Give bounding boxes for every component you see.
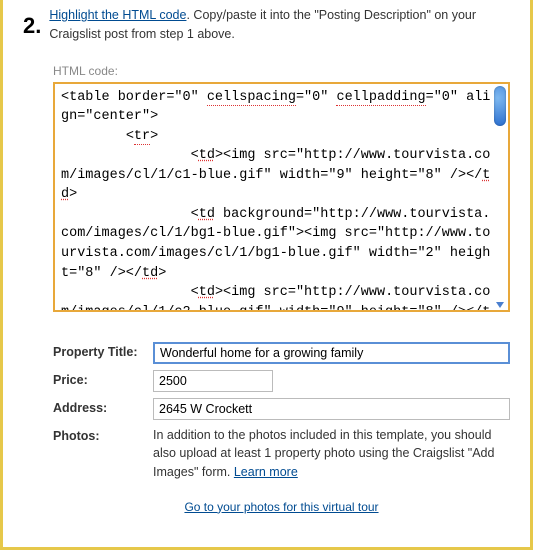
row-address: Address: <box>53 398 510 420</box>
label-price: Price: <box>53 370 153 387</box>
row-property-title: Property Title: <box>53 342 510 364</box>
learn-more-link[interactable]: Learn more <box>234 465 298 479</box>
photos-description: In addition to the photos included in th… <box>153 426 510 482</box>
label-address: Address: <box>53 398 153 415</box>
html-code-label: HTML code: <box>53 64 510 78</box>
step-header: 2. Highlight the HTML code. Copy/paste i… <box>23 6 510 44</box>
html-code-content[interactable]: <table border="0" cellspacing="0" cellpa… <box>61 88 492 312</box>
go-to-photos-link[interactable]: Go to your photos for this virtual tour <box>184 500 378 514</box>
row-price: Price: <box>53 370 510 392</box>
scroll-down-arrow-icon[interactable] <box>496 302 504 308</box>
input-address[interactable] <box>153 398 510 420</box>
highlight-code-link[interactable]: Highlight the HTML code <box>49 8 186 22</box>
step-number: 2. <box>23 14 41 38</box>
scrollbar[interactable] <box>494 86 506 308</box>
form-section: Property Title: Price: Address: Photos: … <box>53 342 510 514</box>
label-photos: Photos: <box>53 426 153 443</box>
photos-text: In addition to the photos included in th… <box>153 428 494 480</box>
bottom-link-row: Go to your photos for this virtual tour <box>53 500 510 514</box>
scroll-thumb[interactable] <box>494 86 506 126</box>
row-photos: Photos: In addition to the photos includ… <box>53 426 510 482</box>
label-property-title: Property Title: <box>53 342 153 359</box>
html-code-box[interactable]: <table border="0" cellspacing="0" cellpa… <box>53 82 510 312</box>
html-code-section: HTML code: <table border="0" cellspacing… <box>53 64 510 312</box>
input-property-title[interactable] <box>153 342 510 364</box>
step-panel: 2. Highlight the HTML code. Copy/paste i… <box>0 0 533 550</box>
step-instruction: Highlight the HTML code. Copy/paste it i… <box>49 6 510 44</box>
input-price[interactable] <box>153 370 273 392</box>
